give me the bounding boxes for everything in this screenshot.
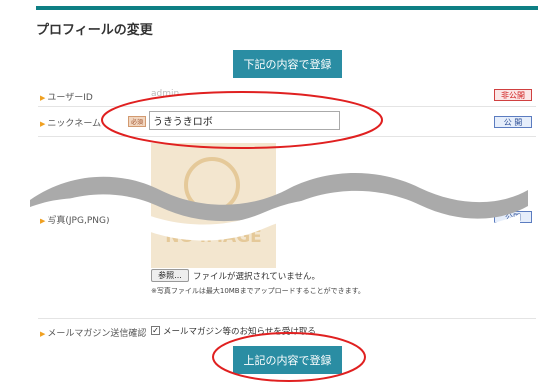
highlight-overlay (101, 91, 383, 382)
nickname-highlight-ellipse (101, 91, 383, 149)
submit-highlight-ellipse (212, 332, 366, 382)
